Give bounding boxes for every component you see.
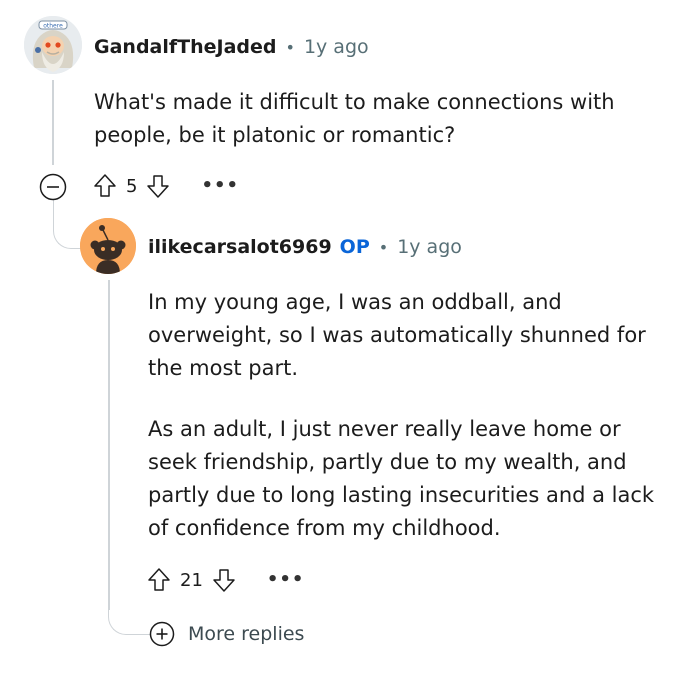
comment-meta: GandalfTheJaded • 1y ago xyxy=(94,36,369,58)
more-replies-label: More replies xyxy=(188,623,305,645)
upvote-arrow-icon xyxy=(148,568,170,591)
more-replies-button[interactable]: More replies xyxy=(148,620,304,648)
comment-timestamp[interactable]: 1y ago xyxy=(304,36,369,58)
downvote-arrow-icon xyxy=(213,569,235,592)
vote-count: 5 xyxy=(126,175,138,197)
plus-circle-icon xyxy=(149,621,175,647)
reply-actions: 21 ••• xyxy=(146,567,304,593)
reply-username[interactable]: ilikecarsalot6969 xyxy=(148,236,332,258)
avatar[interactable] xyxy=(80,218,136,274)
thread-connector xyxy=(53,200,82,249)
op-badge: OP xyxy=(339,236,370,258)
comment-actions: 5 ••• xyxy=(92,173,239,199)
reply-paragraph: In my young age, I was an oddball, and o… xyxy=(148,290,646,380)
meta-separator: • xyxy=(378,238,389,257)
more-replies-connector xyxy=(108,598,151,635)
reply-body: In my young age, I was an oddball, and o… xyxy=(148,286,668,573)
upvote-button[interactable] xyxy=(92,173,118,199)
vote-count: 21 xyxy=(180,569,203,591)
avatar[interactable]: othere xyxy=(24,16,82,74)
upvote-arrow-icon xyxy=(94,174,116,197)
comment-thread: othere GandalfTheJaded • 1y ago What's m… xyxy=(0,0,700,676)
reply-thread-line xyxy=(108,280,110,610)
reply-timestamp[interactable]: 1y ago xyxy=(397,236,462,258)
upvote-button[interactable] xyxy=(146,567,172,593)
downvote-button[interactable] xyxy=(145,173,171,199)
reply-meta: ilikecarsalot6969 OP • 1y ago xyxy=(148,236,462,258)
more-options-button[interactable]: ••• xyxy=(267,571,305,589)
comment-body: What's made it difficult to make connect… xyxy=(94,90,615,147)
thread-line xyxy=(52,80,54,165)
reply-paragraph: As an adult, I just never really leave h… xyxy=(148,417,655,540)
snoo-avatar-icon xyxy=(80,218,136,274)
more-options-button[interactable]: ••• xyxy=(201,177,239,195)
collapse-thread-button[interactable] xyxy=(38,172,68,202)
meta-separator: • xyxy=(285,38,295,57)
gandalf-avatar-icon: othere xyxy=(24,16,82,74)
downvote-arrow-icon xyxy=(147,175,170,198)
avatar-badge-text: othere xyxy=(43,23,63,30)
comment-username[interactable]: GandalfTheJaded xyxy=(94,36,277,58)
minus-circle-icon xyxy=(39,173,67,201)
downvote-button[interactable] xyxy=(211,567,237,593)
